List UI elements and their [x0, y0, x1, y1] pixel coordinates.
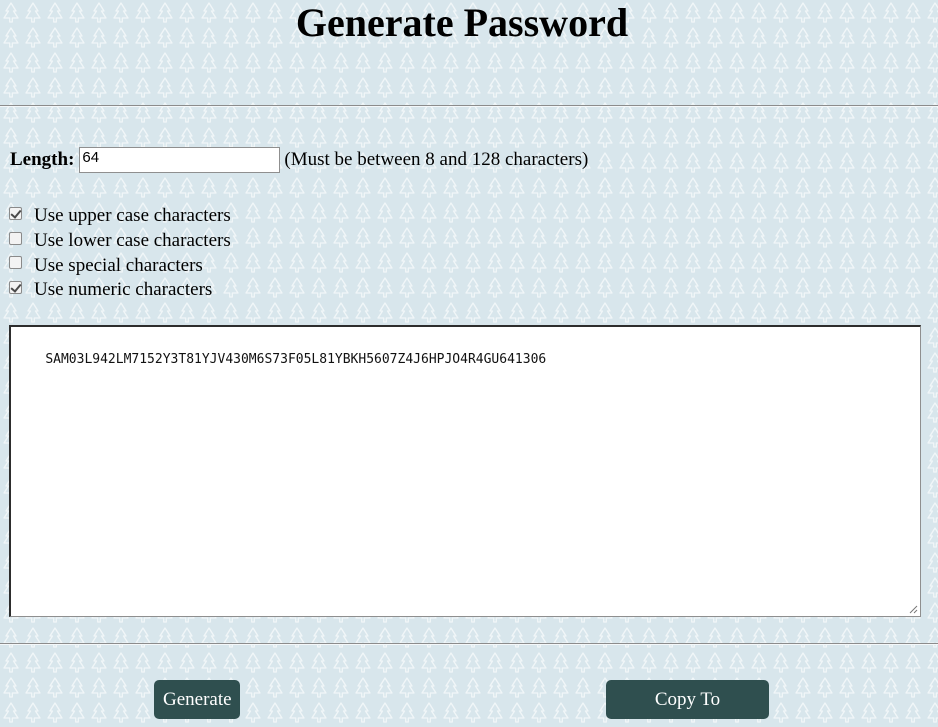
lowercase-label: Use lower case characters: [34, 230, 231, 252]
resize-grip-icon[interactable]: [909, 605, 918, 614]
uppercase-label: Use upper case characters: [34, 205, 231, 227]
bottom-divider: [0, 643, 938, 645]
option-lowercase[interactable]: Use lower case characters: [9, 229, 231, 254]
option-special[interactable]: Use special characters: [9, 253, 231, 278]
character-options: Use upper case characters Use lower case…: [9, 204, 231, 303]
uppercase-checkbox[interactable]: [9, 206, 22, 220]
password-generator: Generate Password Length: 64 (Must be be…: [0, 0, 938, 727]
numeric-checkbox[interactable]: [9, 280, 22, 294]
page-title: Generate Password: [295, 0, 629, 45]
special-label: Use special characters: [34, 254, 203, 276]
password-text: SAM03L942LM7152Y3T81YJV430M6S73F05L81YBK…: [45, 352, 547, 367]
length-input[interactable]: 64: [79, 147, 281, 173]
special-checkbox[interactable]: [9, 256, 22, 270]
option-uppercase[interactable]: Use upper case characters: [9, 204, 231, 229]
length-hint: (Must be between 8 and 128 characters): [284, 149, 589, 170]
copy-to-clipboard-button[interactable]: Copy To Clipboard: [606, 680, 769, 719]
numeric-label: Use numeric characters: [34, 279, 213, 301]
top-divider: [0, 105, 938, 107]
generate-button[interactable]: Generate: [154, 680, 240, 719]
option-numeric[interactable]: Use numeric characters: [9, 278, 231, 303]
password-output-textarea[interactable]: SAM03L942LM7152Y3T81YJV430M6S73F05L81YBK…: [9, 325, 921, 617]
length-row: Length: 64 (Must be between 8 and 128 ch…: [10, 146, 588, 174]
length-label: Length:: [10, 149, 75, 170]
lowercase-checkbox[interactable]: [9, 231, 22, 245]
